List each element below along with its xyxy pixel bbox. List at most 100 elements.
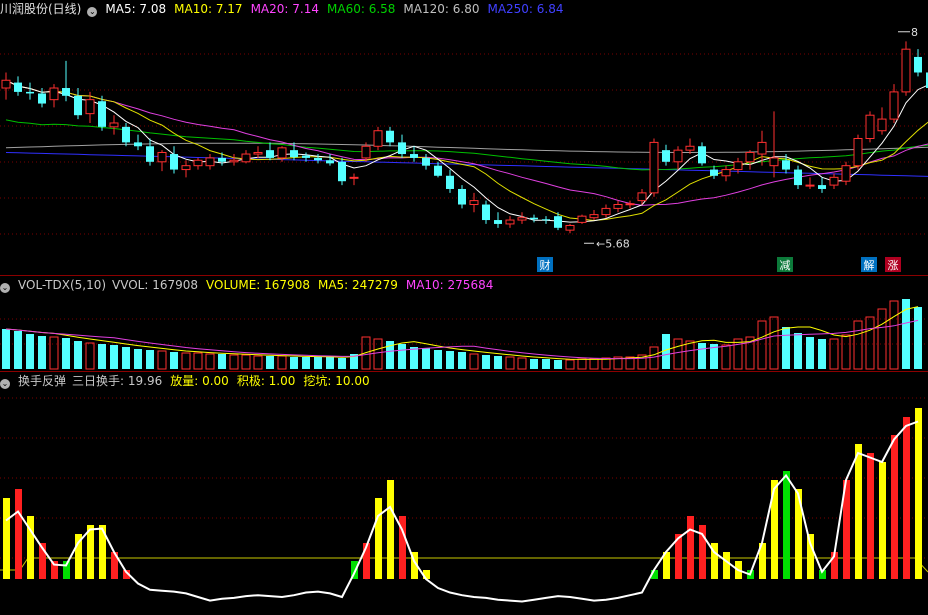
volume-bar [38,336,46,369]
candle-body [841,165,851,182]
candle-body [794,169,802,186]
candle-body [398,142,406,155]
candle-body [565,224,575,231]
candle-body [446,175,454,189]
volume-bar [49,336,59,370]
candle-body [326,160,334,164]
ma-label-3: MA60: 6.58 [327,2,396,16]
candle-body [662,150,670,162]
chevron-down-icon[interactable]: ⌄ [87,7,98,17]
volume-bar [782,327,790,369]
candle-body [338,161,346,182]
volume-bar [446,351,454,369]
volume-bar [818,339,826,369]
volume-bar [110,345,118,369]
indicator-legend: 三日换手: 19.96 放量: 0.00 积极: 1.00 挖坑: 10.00 [72,374,378,388]
volume-bar [122,347,130,369]
ma120-line [5,142,928,153]
volume-bar [290,357,298,369]
event-marker-label: 解 [864,258,875,272]
volume-bar [26,334,34,369]
volume-bar [98,344,106,369]
candle-body [530,217,538,220]
candle-body [386,130,394,143]
candle-body [589,214,599,219]
price-chart: ←5.68 8 财 减 解涨 [0,26,928,272]
volume-bar [865,316,875,370]
volume-bar [422,348,430,369]
candle-body [218,157,226,162]
chevron-down-icon[interactable]: ⌄ [0,379,10,389]
indicator-bar [387,480,394,579]
candle-body [314,157,322,161]
volume-bar [314,357,322,369]
volume-bar [410,347,418,369]
candle-body [422,157,430,166]
volume-bar [134,349,142,369]
indicator-label-0: 三日换手: 19.96 [72,374,163,388]
indicator-bar [723,552,730,579]
indicator-label-2: 积极: 1.00 [236,374,296,388]
indicator-label-1: 放量: 0.00 [170,374,229,388]
event-marker-label: 涨 [888,259,899,272]
volume-bar [698,343,706,369]
volume-bar [85,342,95,370]
volume-bar [806,337,814,369]
volume-bar [649,346,659,370]
volume-bar [218,354,226,369]
ma-label-2: MA20: 7.14 [250,2,319,16]
indicator-bar [783,471,790,579]
volume-legend: VVOL: 167908 VOLUME: 167908 MA5: 247279 MA1… [112,278,501,292]
indicator-line [5,420,919,603]
candle-body [349,176,359,179]
volume-bar [266,356,274,369]
candle-body [673,149,683,163]
candle-body [253,151,263,155]
candle-body [494,220,502,224]
price-header: 川润股份(日线) ⌄ MA5: 7.08 MA10: 7.17 MA20: 7.14 MA… [0,0,572,18]
event-marker-label: 财 [540,258,551,272]
volume-bar [253,355,263,370]
volume-bar [841,334,851,370]
candle-body [410,154,418,158]
volume-bar [146,350,154,369]
volume-bar [914,307,922,369]
volume-bar [229,354,239,370]
ma-label-5: MA250: 6.84 [487,2,564,16]
candle-body [277,147,287,159]
volume-bar [277,355,287,370]
ma10-line [5,79,928,222]
candle-body [877,118,887,132]
candle-body [517,217,527,221]
candle-body [62,88,70,96]
candle-body [26,91,34,94]
candle-body [49,87,59,101]
volume-bar [2,329,10,369]
volume-bar [530,359,538,369]
volume-bar [757,320,767,370]
indicator-bar [891,435,898,579]
indicator-bar [903,417,910,579]
candle-body [577,215,587,223]
candle-body [290,150,298,158]
candle-body [170,154,178,170]
candle-body [373,130,383,147]
candle-body [146,146,154,162]
indicator-bar [15,489,22,579]
candle-body [74,95,82,116]
volume-bar [205,353,215,370]
indicator-bar [867,453,874,579]
indicator-bar [855,444,862,579]
candle-body [266,150,274,158]
candle-body [601,207,611,216]
volume-bar [157,350,167,370]
volume-bar [877,308,887,370]
volume-bar [14,331,22,369]
candle-body [769,157,779,167]
candle-body [469,200,479,206]
volume-bar [181,352,191,370]
volume-bar [494,356,502,369]
candle-body [649,141,659,194]
chevron-down-icon[interactable]: ⌄ [0,283,10,293]
volume-bar [458,352,466,369]
